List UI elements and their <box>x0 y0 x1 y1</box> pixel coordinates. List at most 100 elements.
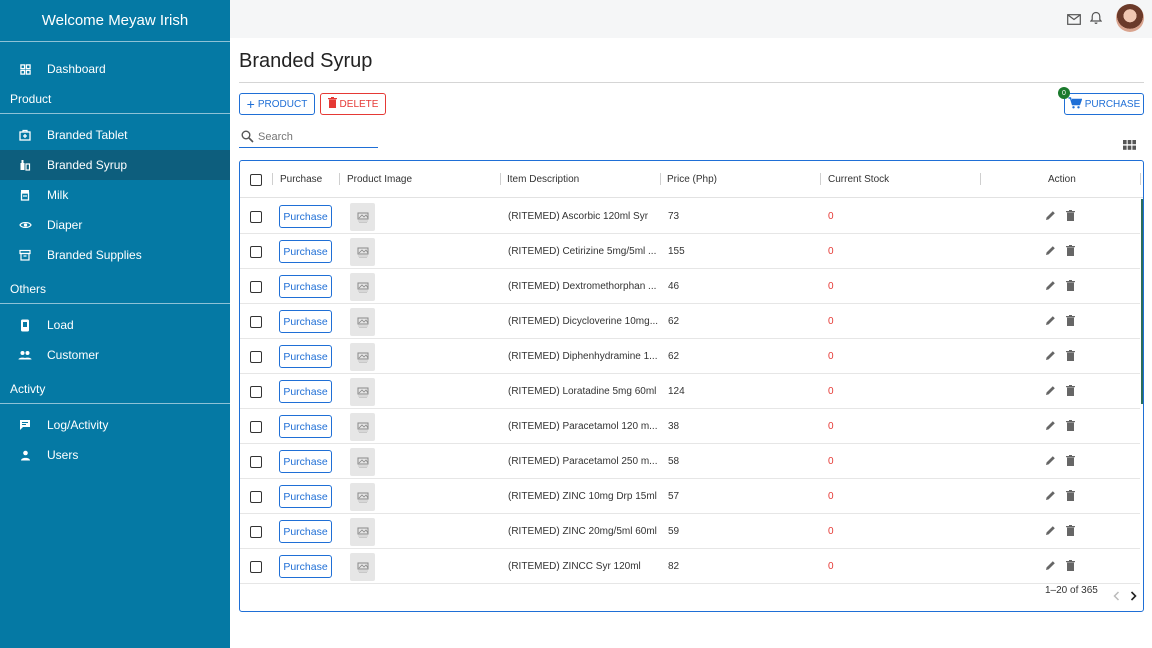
row-purchase-button[interactable]: Purchase <box>279 380 332 403</box>
table-header: Purchase Product Image Item Description … <box>240 161 1143 198</box>
no-image-icon <box>350 412 375 441</box>
trash-icon[interactable] <box>1066 349 1075 364</box>
chevron-left-icon[interactable] <box>1113 588 1120 606</box>
price-value: 155 <box>668 246 685 257</box>
stock-value: 0 <box>828 386 834 397</box>
trash-icon[interactable] <box>1066 209 1075 224</box>
delete-cell <box>1066 514 1075 549</box>
item-description: (RITEMED) ZINC 20mg/5ml 60ml <box>508 526 657 537</box>
row-purchase-button[interactable]: Purchase <box>279 310 332 333</box>
row-purchase-button[interactable]: Purchase <box>279 415 332 438</box>
sidebar-item-label: Diaper <box>47 218 83 232</box>
avatar[interactable] <box>1116 4 1144 32</box>
edit-icon[interactable] <box>1045 490 1056 504</box>
row-purchase-button[interactable]: Purchase <box>279 555 332 578</box>
no-image-icon <box>350 377 375 406</box>
row-checkbox[interactable] <box>250 560 262 573</box>
row-purchase-button[interactable]: Purchase <box>279 205 332 228</box>
column-header-current-stock[interactable]: Current Stock <box>828 161 889 198</box>
bell-icon[interactable] <box>1089 11 1103 30</box>
edit-icon[interactable] <box>1045 525 1056 539</box>
trash-icon[interactable] <box>1066 559 1075 574</box>
edit-icon[interactable] <box>1045 280 1056 294</box>
column-header-product-image[interactable]: Product Image <box>347 161 412 198</box>
row-select-cell <box>250 514 262 549</box>
grid-view-icon[interactable] <box>1123 137 1136 155</box>
trash-icon[interactable] <box>1066 279 1075 294</box>
column-header-purchase[interactable]: Purchase <box>280 161 322 198</box>
trash-icon[interactable] <box>1066 384 1075 399</box>
column-header-item-description[interactable]: Item Description <box>507 161 579 198</box>
row-checkbox[interactable] <box>250 315 262 328</box>
row-checkbox[interactable] <box>250 210 262 223</box>
row-select-cell <box>250 409 262 444</box>
column-header-action[interactable]: Action <box>1048 161 1076 198</box>
sidebar-item-branded-supplies[interactable]: Branded Supplies <box>0 240 230 270</box>
purchase-cart-button[interactable]: PURCHASE <box>1064 93 1144 115</box>
delete-cell <box>1066 444 1075 479</box>
row-checkbox[interactable] <box>250 245 262 258</box>
sidebar-item-label: Branded Supplies <box>47 248 142 262</box>
edit-icon[interactable] <box>1045 385 1056 399</box>
row-checkbox[interactable] <box>250 280 262 293</box>
column-separator <box>339 173 340 185</box>
trash-icon[interactable] <box>1066 419 1075 434</box>
trash-icon[interactable] <box>1066 489 1075 504</box>
trash-icon[interactable] <box>1066 244 1075 259</box>
row-checkbox[interactable] <box>250 455 262 468</box>
edit-icon[interactable] <box>1045 350 1056 364</box>
sidebar-item-users[interactable]: Users <box>0 440 230 470</box>
table-row: Purchase (RITEMED) Paracetamol 250 m... 58… <box>240 444 1140 479</box>
row-checkbox[interactable] <box>250 420 262 433</box>
edit-icon[interactable] <box>1045 315 1056 329</box>
row-checkbox[interactable] <box>250 385 262 398</box>
column-separator <box>820 173 821 185</box>
column-header-price[interactable]: Price (Php) <box>667 161 717 198</box>
no-image-icon <box>350 202 375 231</box>
row-checkbox[interactable] <box>250 350 262 363</box>
add-product-button[interactable]: + PRODUCT <box>239 93 315 115</box>
row-purchase-button[interactable]: Purchase <box>279 275 332 298</box>
sidebar-item-log-activity[interactable]: Log/Activity <box>0 410 230 440</box>
sidebar-item-dashboard[interactable]: Dashboard <box>0 54 230 84</box>
sidebar-item-branded-syrup[interactable]: Branded Syrup <box>0 150 230 180</box>
no-image-icon <box>350 307 375 336</box>
chevron-right-icon[interactable] <box>1130 588 1137 606</box>
trash-icon[interactable] <box>1066 454 1075 469</box>
product-image-cell <box>350 514 375 549</box>
edit-icon[interactable] <box>1045 420 1056 434</box>
trash-icon[interactable] <box>1066 314 1075 329</box>
trash-icon[interactable] <box>1066 524 1075 539</box>
search-input[interactable] <box>258 129 373 145</box>
row-purchase-button[interactable]: Purchase <box>279 450 332 473</box>
table-scrollbar[interactable] <box>1141 199 1143 404</box>
sidebar-item-milk[interactable]: Milk <box>0 180 230 210</box>
table-row: Purchase (RITEMED) Cetirizine 5mg/5ml ...… <box>240 234 1140 269</box>
stock-value: 0 <box>828 246 834 257</box>
sidebar-item-diaper[interactable]: Diaper <box>0 210 230 240</box>
row-checkbox[interactable] <box>250 525 262 538</box>
row-purchase-button[interactable]: Purchase <box>279 520 332 543</box>
main-content: Branded Syrup + PRODUCT DELETE PURCHASE … <box>230 38 1152 648</box>
sidebar-item-customer[interactable]: Customer <box>0 340 230 370</box>
row-purchase-button[interactable]: Purchase <box>279 345 332 368</box>
delete-button[interactable]: DELETE <box>320 93 386 115</box>
sidebar-item-branded-tablet[interactable]: Branded Tablet <box>0 120 230 150</box>
sidebar-item-load[interactable]: Load <box>0 310 230 340</box>
product-image-cell <box>350 269 375 304</box>
edit-icon[interactable] <box>1045 455 1056 469</box>
edit-cell <box>1045 479 1056 514</box>
select-all-checkbox[interactable] <box>250 173 262 186</box>
edit-icon[interactable] <box>1045 210 1056 224</box>
mail-icon[interactable] <box>1067 12 1081 30</box>
delete-cell <box>1066 409 1075 444</box>
edit-cell <box>1045 409 1056 444</box>
trash-icon <box>327 97 337 111</box>
edit-icon[interactable] <box>1045 245 1056 259</box>
row-checkbox[interactable] <box>250 490 262 503</box>
search-field[interactable] <box>239 126 378 148</box>
edit-icon[interactable] <box>1045 560 1056 574</box>
row-purchase-button[interactable]: Purchase <box>279 485 332 508</box>
row-purchase-button[interactable]: Purchase <box>279 240 332 263</box>
item-description: (RITEMED) Cetirizine 5mg/5ml ... <box>508 246 657 257</box>
